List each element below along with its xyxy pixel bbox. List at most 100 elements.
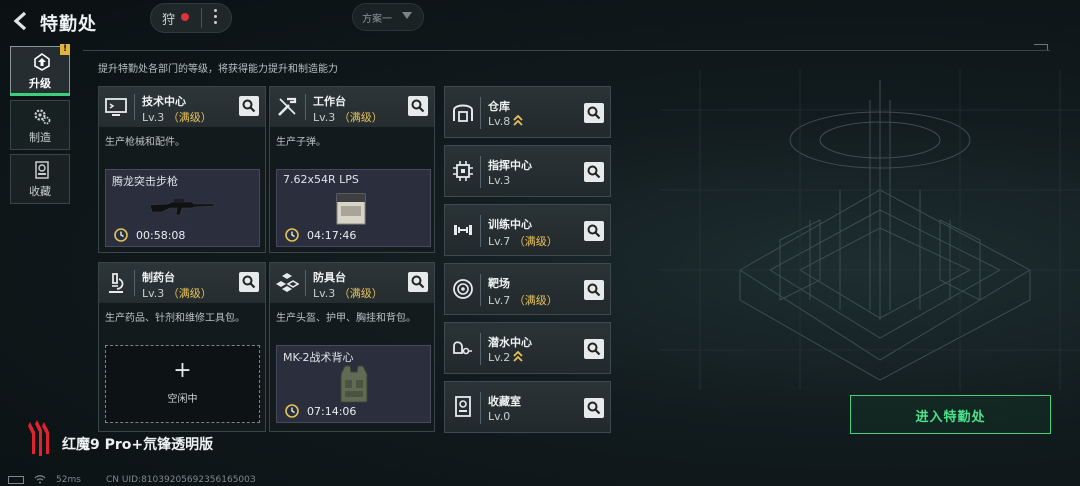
idle-production-slot[interactable]: + 空闲中 <box>105 345 260 423</box>
search-button[interactable] <box>239 96 259 116</box>
search-button[interactable] <box>584 103 604 123</box>
card-title: 工作台 <box>313 95 346 108</box>
max-level-tag: （满级） <box>338 287 383 300</box>
level-value: Lv.2 <box>488 351 511 364</box>
header-divider-accent <box>1034 44 1048 50</box>
card-description: 生产药品、针剂和维修工具包。 <box>105 313 245 324</box>
search-button[interactable] <box>584 162 604 182</box>
gears-icon <box>34 109 51 125</box>
card-title: 收藏室 <box>488 395 521 408</box>
search-button[interactable] <box>584 398 604 418</box>
production-timer: 00:58:08 <box>136 229 186 242</box>
facility-card-warehouse[interactable]: 仓库 Lv.8 <box>444 86 611 138</box>
facility-card-training-center[interactable]: 训练中心 Lv.7 （满级） <box>444 204 611 256</box>
chevron-down-icon <box>402 12 412 19</box>
card-level: Lv.7 （满级） <box>488 233 558 249</box>
facility-card-armor-bench[interactable]: 防具台 Lv.3 （满级） 生产头盔、护甲、胸挂和背包。 MK-2战术背心 07… <box>269 262 435 432</box>
more-options-icon[interactable] <box>209 7 221 29</box>
facility-card-pharmacy[interactable]: 制药台 Lv.3 （满级） 生产药品、针剂和维修工具包。 + 空闲中 <box>98 262 266 432</box>
card-title: 制药台 <box>142 271 175 284</box>
sidebar-item-manufacture[interactable]: 制造 <box>10 100 70 150</box>
search-button[interactable] <box>584 221 604 241</box>
target-icon <box>453 279 473 299</box>
magnifier-icon <box>587 342 601 356</box>
card-level: Lv.2 <box>488 351 523 364</box>
production-timer: 07:14:06 <box>307 405 357 418</box>
sidebar-item-label: 制造 <box>29 131 51 144</box>
level-value: Lv.3 <box>313 111 336 124</box>
wifi-icon <box>34 475 46 484</box>
back-arrow-icon[interactable] <box>10 10 32 32</box>
plan-selector-label: 方案一 <box>362 14 392 25</box>
production-slot[interactable]: 腾龙突击步枪 00:58:08 <box>105 169 260 247</box>
computer-icon <box>105 98 127 116</box>
microscope-icon <box>109 273 124 293</box>
product-name: MK-2战术背心 <box>283 351 354 364</box>
ammo-box-image <box>336 193 366 225</box>
collection-icon <box>35 161 49 179</box>
production-slot[interactable]: MK-2战术背心 07:14:06 <box>276 345 431 423</box>
magnifier-icon <box>411 275 425 289</box>
team-label: 狩 <box>162 13 176 28</box>
tools-icon <box>278 97 297 116</box>
card-title: 靶场 <box>488 277 510 290</box>
card-title: 技术中心 <box>142 95 186 108</box>
magnifier-icon <box>242 99 256 113</box>
enter-headquarters-button[interactable]: 进入特勤处 <box>850 395 1051 434</box>
card-level: Lv.8 <box>488 115 523 128</box>
level-value: Lv.3 <box>313 287 336 300</box>
search-button[interactable] <box>584 280 604 300</box>
chip-icon <box>453 161 473 181</box>
production-timer: 04:17:46 <box>307 229 357 242</box>
card-description: 生产子弹。 <box>276 137 326 148</box>
card-level: Lv.0 <box>488 410 511 423</box>
warehouse-icon <box>453 104 473 122</box>
enter-headquarters-label: 进入特勤处 <box>915 410 986 425</box>
facility-card-command-center[interactable]: 指挥中心 Lv.3 <box>444 145 611 197</box>
header-divider <box>83 50 1050 51</box>
facility-card-workbench[interactable]: 工作台 Lv.3 （满级） 生产子弹。 7.62x54R LPS 04:17:4… <box>269 86 435 253</box>
max-level-tag: （满级） <box>513 235 558 248</box>
magnifier-icon <box>587 165 601 179</box>
card-description: 生产枪械和配件。 <box>105 137 185 148</box>
page-title: 特勤处 <box>40 14 97 35</box>
ping-label: 52ms <box>56 475 81 485</box>
sidebar-item-collection[interactable]: 收藏 <box>10 154 70 204</box>
page-description: 提升特勤处各部门的等级，将获得能力提升和制造能力 <box>98 64 338 75</box>
device-brand-label: 红魔9 Pro+氘锋透明版 <box>62 437 214 453</box>
magnifier-icon <box>587 283 601 297</box>
magnifier-icon <box>242 275 256 289</box>
production-slot[interactable]: 7.62x54R LPS 04:17:46 <box>276 169 431 247</box>
search-button[interactable] <box>408 272 428 292</box>
level-value: Lv.7 <box>488 235 511 248</box>
card-title: 仓库 <box>488 100 510 113</box>
search-button[interactable] <box>239 272 259 292</box>
product-name: 腾龙突击步枪 <box>112 175 178 188</box>
pill-divider <box>201 8 202 28</box>
level-value: Lv.3 <box>142 287 165 300</box>
card-title: 防具台 <box>313 271 346 284</box>
battery-icon <box>8 476 24 484</box>
sidebar-item-label: 收藏 <box>29 185 51 198</box>
armor-cubes-icon <box>276 273 299 292</box>
card-level: Lv.3 （满级） <box>142 285 212 301</box>
max-level-tag: （满级） <box>338 111 383 124</box>
record-dot-icon <box>181 13 189 21</box>
max-level-tag: （满级） <box>167 287 212 300</box>
facility-card-diving-center[interactable]: 潜水中心 Lv.2 <box>444 322 611 374</box>
uid-label: CN UID:8103920569235616500З <box>106 475 256 485</box>
upgrade-available-icon <box>513 351 523 362</box>
level-value: Lv.8 <box>488 115 511 128</box>
magnifier-icon <box>587 106 601 120</box>
card-title: 训练中心 <box>488 218 532 231</box>
headquarters-hologram-image <box>660 70 1080 390</box>
magnifier-icon <box>587 401 601 415</box>
search-button[interactable] <box>584 339 604 359</box>
facility-card-tech-center[interactable]: 技术中心 Lv.3 （满级） 生产枪械和配件。 腾龙突击步枪 00:58:08 <box>98 86 266 253</box>
facility-card-shooting-range[interactable]: 靶场 Lv.7 （满级） <box>444 263 611 315</box>
alert-badge: ! <box>60 44 70 55</box>
facility-card-collection-room[interactable]: 收藏室 Lv.0 <box>444 381 611 433</box>
rifle-image <box>149 199 215 216</box>
tactical-vest-image <box>340 365 368 403</box>
search-button[interactable] <box>408 96 428 116</box>
